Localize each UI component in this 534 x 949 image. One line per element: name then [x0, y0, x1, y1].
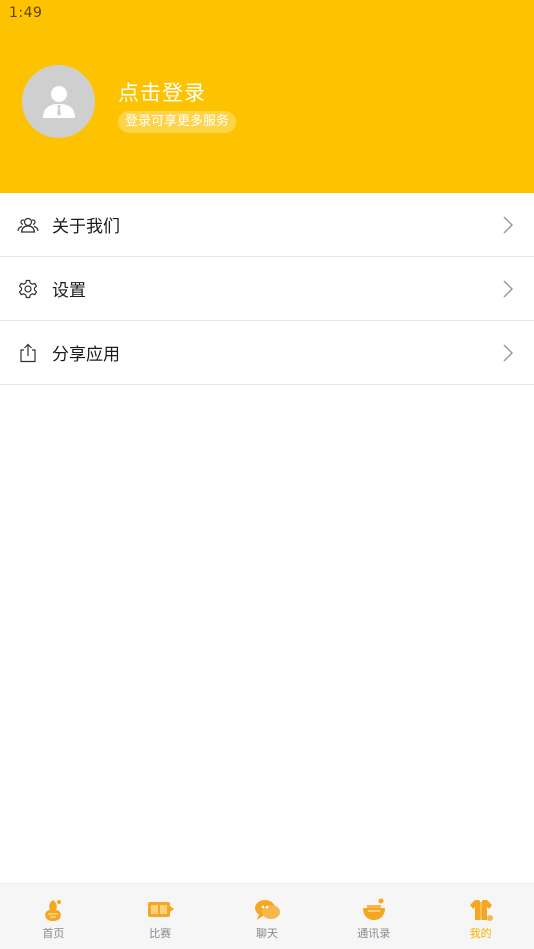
tab-contacts[interactable]: 通讯录 [320, 884, 427, 949]
menu-item-label: 分享应用 [52, 345, 120, 365]
tab-label: 通讯录 [357, 927, 391, 940]
tab-label: 我的 [469, 927, 492, 940]
tab-match[interactable]: 比赛 [107, 884, 214, 949]
menu-item-label: 设置 [52, 281, 86, 301]
login-title[interactable]: 点击登录 [118, 77, 206, 107]
avatar[interactable] [22, 65, 95, 138]
profile-icon [469, 900, 493, 921]
menu-item-share[interactable]: 分享应用 [0, 321, 534, 385]
contacts-icon [362, 898, 385, 920]
home-icon [45, 900, 62, 921]
chevron-right-icon [503, 279, 514, 298]
menu-item-about[interactable]: 关于我们 [0, 193, 534, 257]
gear-icon [17, 278, 39, 300]
share-icon [17, 342, 39, 364]
tab-chat[interactable]: 聊天 [214, 884, 321, 949]
tab-profile[interactable]: 我的 [427, 884, 534, 949]
profile-header: 1:49 点击登录 登录可享更多服务 [0, 0, 534, 193]
chat-icon [254, 900, 280, 920]
match-icon [148, 902, 175, 917]
menu-item-label: 关于我们 [52, 217, 120, 237]
settings-menu: 关于我们 设置 分享应用 [0, 193, 534, 385]
status-time: 1:49 [9, 5, 43, 21]
tab-label: 比赛 [149, 927, 172, 940]
tab-home[interactable]: 首页 [0, 884, 107, 949]
chevron-right-icon [503, 215, 514, 234]
people-icon [17, 214, 39, 236]
menu-item-settings[interactable]: 设置 [0, 257, 534, 321]
tab-label: 聊天 [255, 927, 278, 940]
tab-label: 首页 [42, 927, 65, 940]
user-placeholder-icon [42, 85, 75, 118]
login-subtitle: 登录可享更多服务 [118, 111, 237, 133]
chevron-right-icon [503, 343, 514, 362]
bottom-tab-bar: 首页 比赛 聊天 通讯录 我的 [0, 883, 534, 949]
